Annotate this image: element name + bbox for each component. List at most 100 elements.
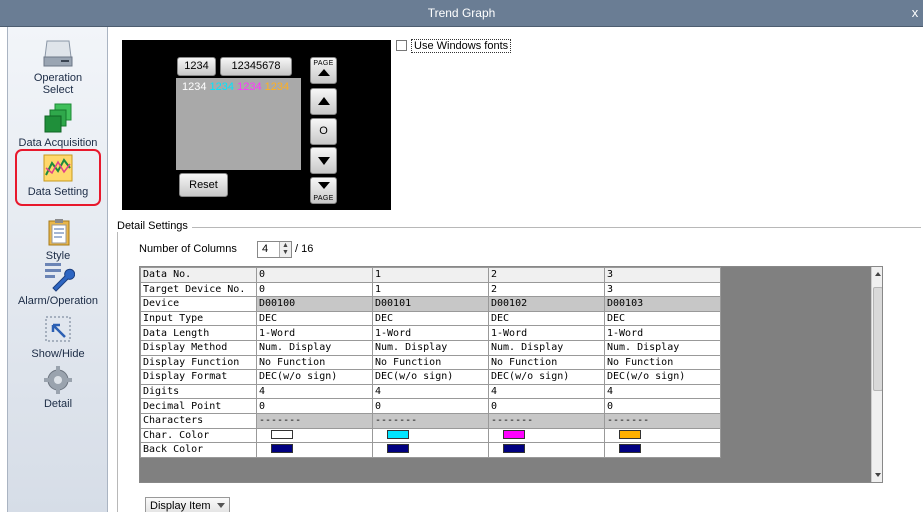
table-cell[interactable] xyxy=(256,427,373,444)
table-cell[interactable]: 3 xyxy=(604,281,721,298)
table-cell[interactable]: 4 xyxy=(256,383,373,400)
table-cell[interactable]: D00103 xyxy=(604,296,721,312)
checkbox-label: Use Windows fonts xyxy=(411,39,512,53)
table-cell[interactable]: 1-Word xyxy=(372,325,489,341)
table-cell[interactable]: D00100 xyxy=(256,296,373,312)
sidebar-item-show-hide[interactable]: Show/Hide xyxy=(8,315,108,360)
table-cell[interactable]: 0 xyxy=(488,398,605,414)
table-cell[interactable]: DEC xyxy=(256,310,373,327)
table-cell[interactable]: No Function xyxy=(604,354,721,371)
sidebar-item-alarm-operation[interactable]: Alarm/Operation xyxy=(8,260,108,307)
char-color-swatch[interactable] xyxy=(619,429,641,439)
back-color-swatch[interactable] xyxy=(619,444,641,454)
table-row: Display Method Num. Display Num. Display Nu… xyxy=(140,339,721,356)
close-icon[interactable]: x xyxy=(909,5,921,20)
table-cell[interactable]: DEC(w/o sign) xyxy=(604,369,721,385)
table-cell[interactable]: D00102 xyxy=(488,296,605,312)
scroll-down-icon[interactable] xyxy=(875,473,881,477)
use-windows-fonts-checkbox[interactable]: Use Windows fonts xyxy=(396,39,512,53)
table-cell[interactable]: Num. Display xyxy=(256,339,373,356)
table-cell[interactable]: 0 xyxy=(256,281,373,298)
sidebar-item-label: Operation Select xyxy=(33,72,83,96)
sidebar-item-data-acquisition[interactable]: Data Acquisition xyxy=(8,102,108,149)
alarm-operation-icon xyxy=(45,263,75,292)
char-color-swatch[interactable] xyxy=(387,429,409,439)
table-cell[interactable]: 2 xyxy=(488,281,605,298)
table-cell[interactable]: Num. Display xyxy=(372,339,489,356)
table-cell[interactable]: No Function xyxy=(372,354,489,371)
data-acquisition-icon xyxy=(44,103,72,133)
back-color-swatch[interactable] xyxy=(503,444,525,454)
table-cell[interactable]: 4 xyxy=(604,383,721,400)
spinner-icon[interactable]: ▲ ▼ xyxy=(279,242,291,257)
scroll-down-button[interactable] xyxy=(310,147,337,174)
table-cell[interactable]: ------- xyxy=(256,412,373,429)
page-label: PAGE xyxy=(313,195,334,202)
table-cell[interactable]: Num. Display xyxy=(488,339,605,356)
table-cell[interactable]: DEC(w/o sign) xyxy=(488,369,605,385)
sidebar-item-style[interactable]: Style xyxy=(8,217,108,262)
table-cell[interactable]: DEC(w/o sign) xyxy=(256,369,373,385)
number-of-columns-input[interactable]: 4 ▲ ▼ xyxy=(257,241,292,258)
table-cell[interactable] xyxy=(488,427,605,444)
table-cell[interactable]: 1-Word xyxy=(256,325,373,341)
table-cell[interactable] xyxy=(488,442,605,458)
table-row: Char. Color xyxy=(140,427,721,444)
table-cell[interactable]: DEC xyxy=(604,310,721,327)
operation-select-icon xyxy=(43,40,73,67)
table-cell[interactable]: DEC xyxy=(488,310,605,327)
char-color-swatch[interactable] xyxy=(271,429,293,439)
table-cell[interactable] xyxy=(604,442,721,458)
checkbox-box[interactable] xyxy=(396,40,407,51)
char-color-swatch[interactable] xyxy=(503,429,525,439)
display-item-dropdown[interactable]: Display Item xyxy=(145,497,230,512)
table-cell[interactable]: 4 xyxy=(488,383,605,400)
page-up-button[interactable]: PAGE xyxy=(310,57,337,84)
table-row: Target Device No. 0 1 2 3 xyxy=(140,281,721,298)
table-cell[interactable]: No Function xyxy=(488,354,605,371)
table-cell[interactable]: No Function xyxy=(256,354,373,371)
number-of-columns-value: 4 xyxy=(262,243,269,255)
table-cell[interactable]: Num. Display xyxy=(604,339,721,356)
table-cell[interactable]: 1-Word xyxy=(488,325,605,341)
table-cell[interactable]: ------- xyxy=(604,412,721,429)
back-color-swatch[interactable] xyxy=(271,444,293,454)
preview-value-2: 1234 xyxy=(237,81,262,93)
sidebar-item-operation-select[interactable]: Operation Select xyxy=(8,37,108,96)
preview-values: 1234 1234 1234 1234 xyxy=(182,81,289,93)
page-down-icon xyxy=(318,182,330,189)
table-row: Characters ------- ------- ------- ------- xyxy=(140,412,721,429)
table-cell[interactable]: 0 xyxy=(604,398,721,414)
scrollbar-thumb[interactable] xyxy=(873,287,882,391)
scroll-up-icon[interactable] xyxy=(875,272,881,276)
preview-button-12345678[interactable]: 12345678 xyxy=(220,57,292,76)
back-color-swatch[interactable] xyxy=(387,444,409,454)
sidebar-item-data-setting[interactable]: Data Setting xyxy=(8,149,108,206)
table-cell[interactable]: 1-Word xyxy=(604,325,721,341)
table-cell[interactable]: 1 xyxy=(372,281,489,298)
sidebar-item-detail[interactable]: Detail xyxy=(8,365,108,410)
table-cell[interactable]: ------- xyxy=(488,412,605,429)
row-label: Device xyxy=(140,296,257,312)
row-label: Data Length xyxy=(140,325,257,341)
table-cell[interactable]: 0 xyxy=(372,398,489,414)
table-cell[interactable]: DEC(w/o sign) xyxy=(372,369,489,385)
table-cell[interactable]: 0 xyxy=(256,398,373,414)
table-cell[interactable] xyxy=(372,442,489,458)
table-cell[interactable]: DEC xyxy=(372,310,489,327)
table-cell[interactable] xyxy=(372,427,489,444)
detail-icon xyxy=(44,366,72,394)
table-cell[interactable] xyxy=(604,427,721,444)
selection-highlight xyxy=(15,149,101,206)
grid-vertical-scrollbar[interactable] xyxy=(871,267,882,482)
table-cell[interactable]: D00101 xyxy=(372,296,489,312)
table-cell[interactable] xyxy=(256,442,373,458)
table-cell[interactable]: 4 xyxy=(372,383,489,400)
preview-button-1234[interactable]: 1234 xyxy=(177,57,216,76)
detail-settings-legend: Detail Settings xyxy=(117,220,192,232)
center-button[interactable]: O xyxy=(310,118,337,145)
table-cell[interactable]: ------- xyxy=(372,412,489,429)
reset-button[interactable]: Reset xyxy=(179,173,228,197)
page-down-button[interactable]: PAGE xyxy=(310,177,337,204)
scroll-up-button[interactable] xyxy=(310,88,337,115)
